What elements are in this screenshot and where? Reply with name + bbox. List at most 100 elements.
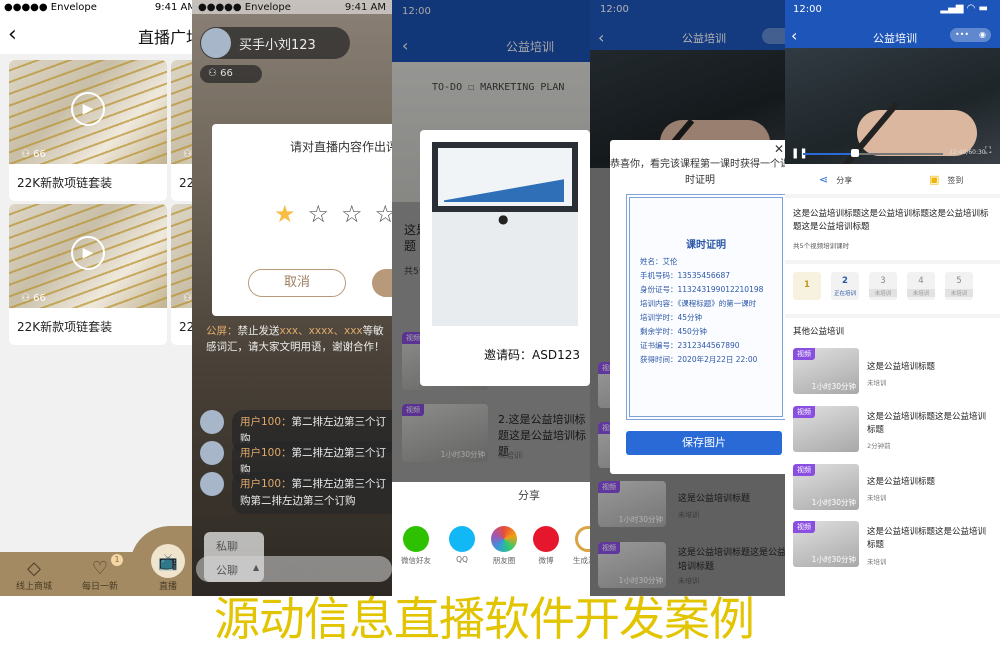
host-pill[interactable]: 买手小刘123: [200, 27, 350, 59]
cert-row: 身份证号：113243199012210198: [640, 285, 764, 294]
star-rating[interactable]: ★ ☆ ☆ ☆: [274, 200, 392, 228]
tab-label: 线上商城: [15, 582, 52, 592]
course-item-title[interactable]: 这是公益培训标题: [867, 476, 991, 489]
course-item-title[interactable]: 这是公益培训标题这是公益培训标题: [867, 526, 991, 552]
viewer-count: ⚇ 66: [200, 65, 262, 83]
certificate: 课时证明 姓名：艾伦 手机号码：13535456687 身份证号：1132431…: [626, 194, 786, 420]
diamond-icon: ◇: [27, 558, 41, 579]
share-title: 分享: [518, 489, 540, 502]
course-item-status: 未培训: [867, 558, 887, 566]
cert-row: 手机号码：13535456687: [640, 271, 730, 280]
live-room-screen: ●●●●● Envelope 9:41 AM 买手小刘123 ⚇ 66 请对直播…: [192, 0, 392, 596]
lesson-4[interactable]: 4 未培训: [907, 272, 935, 300]
public-notice: 公屏：禁止发送xxx、xxxx、xxx等敏感词汇，请大家文明用语，谢谢合作！: [206, 325, 385, 353]
share-moments[interactable]: 朋友圈: [482, 526, 526, 566]
viewer-count: ⚇ 66: [21, 293, 46, 304]
star-empty-icon[interactable]: ☆: [341, 200, 363, 228]
product-image: ▶ ⚇ 66: [9, 204, 167, 308]
viewer-count: ⚇ 66: [21, 149, 46, 160]
fullscreen-icon[interactable]: ⛶: [985, 146, 991, 156]
cancel-button[interactable]: 取消: [248, 269, 346, 297]
status-bar: ●●●●● Envelope 9:41 AM: [192, 0, 392, 14]
chat-input[interactable]: 请输入文字...: [276, 561, 342, 577]
chat-mode-public[interactable]: 公聊: [216, 562, 238, 578]
video-thumbnail[interactable]: 视频 1小时30分钟: [793, 348, 859, 394]
invite-poster: ● 邀请码：ASD123: [420, 130, 590, 386]
status-time: 9:41 AM: [344, 1, 386, 13]
cert-row: 获得时间：2020年2月22日 22:00: [640, 355, 758, 364]
back-icon[interactable]: ‹: [791, 26, 797, 45]
poster-icon: [575, 526, 590, 552]
tv-icon[interactable]: 📺: [151, 544, 185, 578]
chat-mode-private[interactable]: 私聊: [216, 538, 238, 554]
playback-time: 22:40/60:30: [949, 149, 986, 156]
lesson-5[interactable]: 5 未培训: [945, 272, 973, 300]
course-item-status: 2分钟前: [867, 442, 891, 450]
avatar: [200, 410, 224, 434]
product-image: ▶ ⚇ 66: [9, 60, 167, 164]
tab-online-mall[interactable]: ◇ 线上商城: [4, 558, 64, 592]
live-card[interactable]: ▶ ⚇ 66 22K新款项链套装: [9, 204, 167, 345]
back-icon[interactable]: ‹: [8, 22, 17, 47]
tab-label: 每日一新: [81, 582, 118, 592]
star-filled-icon[interactable]: ★: [274, 200, 296, 228]
share-poster-screen: 12:00 ‹ 公益培训 TO-DO ☐ MARKETING PLAN 这是公益…: [392, 0, 590, 596]
card-title: 22K新款项链套装: [17, 320, 113, 334]
save-image-button[interactable]: 保存图片: [626, 431, 782, 455]
cert-row: 培训学时：45分钟: [640, 313, 703, 322]
capsule-menu[interactable]: ••• ◉: [950, 28, 991, 42]
section-title: 其他公益培训: [793, 327, 845, 337]
course-item-title[interactable]: 这是公益培训标题这是公益培训标题: [867, 411, 991, 437]
play-icon[interactable]: ▶: [71, 236, 105, 270]
share-poster[interactable]: 生成海报: [566, 526, 590, 566]
video-thumbnail[interactable]: 视频 1小时30分钟: [793, 464, 859, 510]
share-weibo[interactable]: 微博: [524, 526, 568, 566]
course-item-title[interactable]: 这是公益培训标题: [867, 361, 991, 374]
course-title: 这是公益培训标题这是公益培训标题这是公益培训标题这是公益培训标题: [793, 209, 989, 232]
checkin-button[interactable]: ▣ 签到: [929, 173, 963, 186]
play-icon[interactable]: ▶: [71, 92, 105, 126]
lesson-1[interactable]: 1: [793, 272, 821, 300]
host-name: 买手小刘123: [239, 37, 316, 53]
tab-label: 直播: [158, 582, 177, 592]
video-player[interactable]: [785, 48, 1000, 175]
progress-fill: [803, 153, 855, 155]
share-qq[interactable]: QQ: [440, 526, 484, 564]
lesson-selector: 1 2 正在培训 3 未培训 4 未培训 5 未培训: [785, 264, 1000, 314]
confirm-button[interactable]: [372, 269, 392, 297]
bottom-tab-bar: ◇ 线上商城 ♡ 每日一新 1 📺 直播: [0, 526, 200, 596]
video-thumbnail[interactable]: 视频 1小时30分钟: [793, 521, 859, 567]
status-time: 12:00: [793, 4, 822, 15]
caret-up-icon[interactable]: ▲: [253, 563, 259, 572]
qq-icon: [449, 526, 475, 552]
page-title: 公益培训: [873, 32, 917, 45]
course-item-status: 未培训: [867, 494, 887, 502]
lesson-2[interactable]: 2 正在培训: [831, 272, 859, 300]
calendar-check-icon: ▣: [929, 173, 940, 186]
rating-dialog: 请对直播内容作出评价 ★ ☆ ☆ ☆ 取消: [212, 124, 392, 316]
progress-handle[interactable]: [850, 149, 859, 157]
page-title: 直播广场: [138, 28, 200, 47]
live-card[interactable]: ▶ ⚇ 66 22K新款项链套装: [9, 60, 167, 201]
close-icon[interactable]: ✕: [774, 142, 784, 156]
avatar: [201, 28, 231, 58]
status-time: 9:41 AM: [154, 1, 196, 13]
share-wechat[interactable]: 微信好友: [394, 526, 438, 566]
status-bar: ●●●●● Envelope 9:41 AM: [0, 0, 200, 14]
progress-bar[interactable]: [803, 153, 943, 155]
moments-icon: [491, 526, 517, 552]
lesson-3[interactable]: 3 未培训: [869, 272, 897, 300]
wechat-icon: [403, 526, 429, 552]
carrier-label: ●●●●● Envelope: [4, 1, 97, 13]
cert-row: 证书编号：2312344567890: [640, 341, 740, 350]
carrier-label: ●●●●● Envelope: [198, 1, 291, 13]
congrats-text: 恭喜你，看完该课程第一课时获得一个课时证明: [610, 159, 790, 186]
share-button[interactable]: ⋖ 分享: [819, 173, 852, 186]
star-empty-icon[interactable]: ☆: [308, 200, 330, 228]
card-title: 22K新款项链套装: [17, 176, 113, 190]
video-thumbnail[interactable]: 视频: [793, 406, 859, 452]
course-item-status: 未培训: [867, 379, 887, 387]
poster-image: ●: [432, 142, 578, 326]
star-empty-icon[interactable]: ☆: [375, 200, 392, 228]
tab-live[interactable]: 直播: [138, 579, 198, 592]
